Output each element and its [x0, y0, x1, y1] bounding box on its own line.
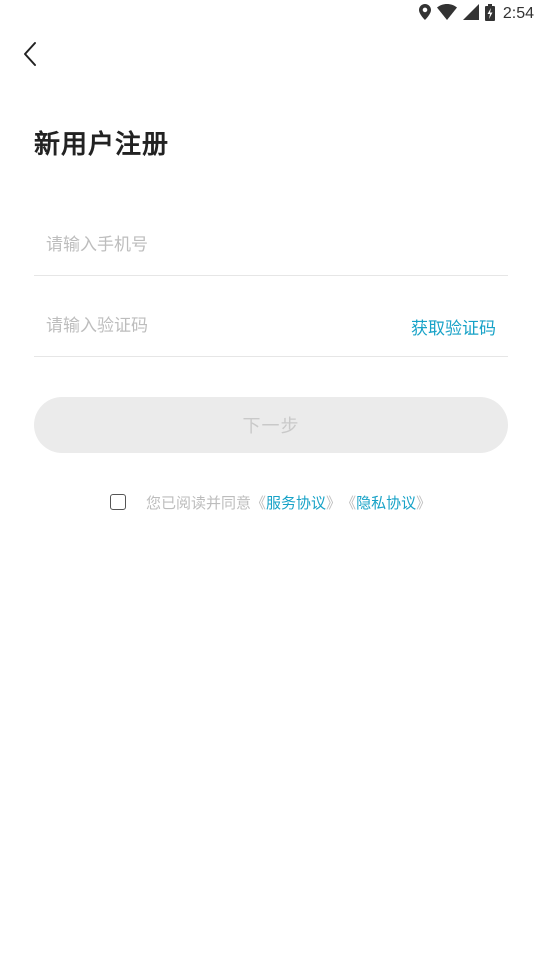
code-input-row: 获取验证码 [34, 296, 508, 357]
service-agreement-link[interactable]: 服务协议 [266, 492, 326, 513]
chevron-left-icon [22, 41, 38, 71]
status-bar: 2:54 [0, 0, 542, 28]
privacy-agreement-link[interactable]: 隐私协议 [356, 492, 416, 513]
bracket-close: 》 [416, 493, 432, 512]
page-title: 新用户注册 [34, 130, 170, 160]
phone-input-row [34, 215, 508, 276]
agree-checkbox[interactable] [110, 494, 126, 510]
agreement-row: 您已阅读并同意 《 服务协议 》 《 隐私协议 》 [110, 490, 431, 514]
verification-code-input[interactable] [34, 296, 411, 356]
status-time: 2:54 [502, 5, 534, 22]
next-button[interactable]: 下一步 [34, 397, 508, 453]
bracket-close: 》 [326, 493, 342, 512]
phone-input[interactable] [34, 215, 508, 275]
location-icon [418, 4, 431, 24]
battery-charging-icon [484, 3, 495, 25]
register-screen: 2:54 新用户注册 获取验证码 下一步 您已阅读并同意 《 服务协议 》 《 … [0, 0, 542, 964]
back-button[interactable] [12, 38, 48, 74]
get-code-button[interactable]: 获取验证码 [411, 314, 508, 339]
bracket-open: 《 [251, 493, 267, 512]
status-icons: 2:54 [418, 3, 534, 25]
signal-icon [462, 4, 479, 24]
agreement-prefix: 您已阅读并同意 [146, 493, 252, 512]
wifi-icon [436, 4, 457, 24]
bracket-open: 《 [341, 493, 357, 512]
